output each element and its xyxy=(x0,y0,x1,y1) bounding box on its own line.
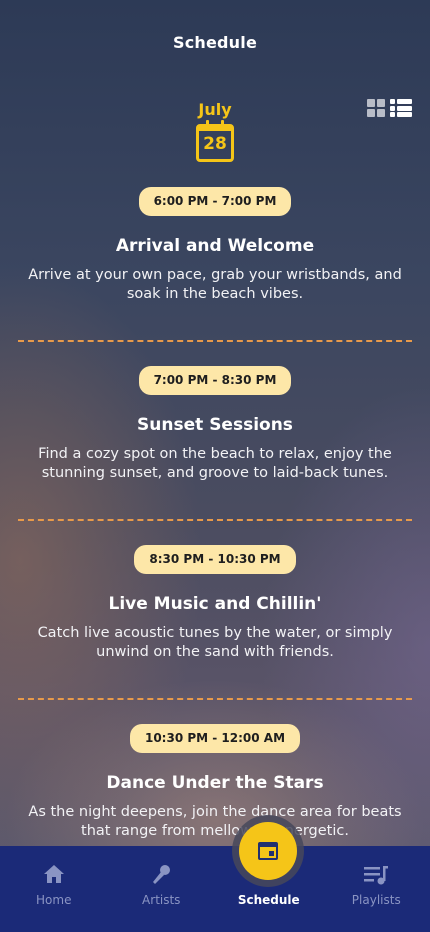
microphone-icon xyxy=(153,865,171,884)
event-description: As the night deepens, join the dance are… xyxy=(28,804,402,839)
tab-home[interactable]: Home xyxy=(0,846,108,932)
event-item[interactable]: 8:30 PM - 10:30 PM Live Music and Chilli… xyxy=(0,545,430,662)
home-icon xyxy=(43,865,64,883)
view-toggle xyxy=(367,99,412,117)
calendar-event-icon xyxy=(258,842,278,860)
tab-label: Artists xyxy=(142,893,181,907)
fab-circle[interactable] xyxy=(239,822,297,880)
divider xyxy=(18,519,412,521)
event-title: Dance Under the Stars xyxy=(106,773,324,793)
date-day: 28 xyxy=(203,134,227,154)
event-item[interactable]: 7:00 PM - 8:30 PM Sunset Sessions Find a… xyxy=(0,366,430,483)
date-month: July xyxy=(198,100,232,119)
event-item[interactable]: 6:00 PM - 7:00 PM Arrival and Welcome Ar… xyxy=(0,187,430,304)
event-description: Arrive at your own pace, grab your wrist… xyxy=(28,267,402,302)
event-title: Arrival and Welcome xyxy=(115,236,315,256)
page-title: Schedule xyxy=(172,33,258,52)
tab-playlists[interactable]: Playlists xyxy=(323,846,430,932)
playlist-icon xyxy=(364,866,389,885)
divider xyxy=(18,340,412,342)
event-title: Sunset Sessions xyxy=(137,415,293,435)
tab-label: Schedule xyxy=(237,893,300,907)
time-badge: 7:00 PM - 8:30 PM xyxy=(138,366,292,395)
divider xyxy=(18,698,412,700)
time-badge: 10:30 PM - 12:00 AM xyxy=(129,724,301,753)
event-item[interactable]: 10:30 PM - 12:00 AM Dance Under the Star… xyxy=(0,724,430,841)
event-title: Live Music and Chillin' xyxy=(108,594,322,614)
time-badge: 6:00 PM - 7:00 PM xyxy=(138,187,292,216)
tab-artists[interactable]: Artists xyxy=(108,846,216,932)
list-view-icon[interactable] xyxy=(390,99,412,117)
calendar-icon[interactable]: 28 xyxy=(196,120,234,162)
bottom-tab-bar: Home Artists Schedule Playlists xyxy=(0,846,430,932)
schedule-fab[interactable] xyxy=(232,815,304,887)
grid-view-icon[interactable] xyxy=(367,99,385,117)
time-badge: 8:30 PM - 10:30 PM xyxy=(134,545,296,574)
event-description: Catch live acoustic tunes by the water, … xyxy=(37,625,393,660)
tab-label: Playlists xyxy=(351,893,401,907)
tab-label: Home xyxy=(36,893,72,907)
event-description: Find a cozy spot on the beach to relax, … xyxy=(38,446,392,481)
